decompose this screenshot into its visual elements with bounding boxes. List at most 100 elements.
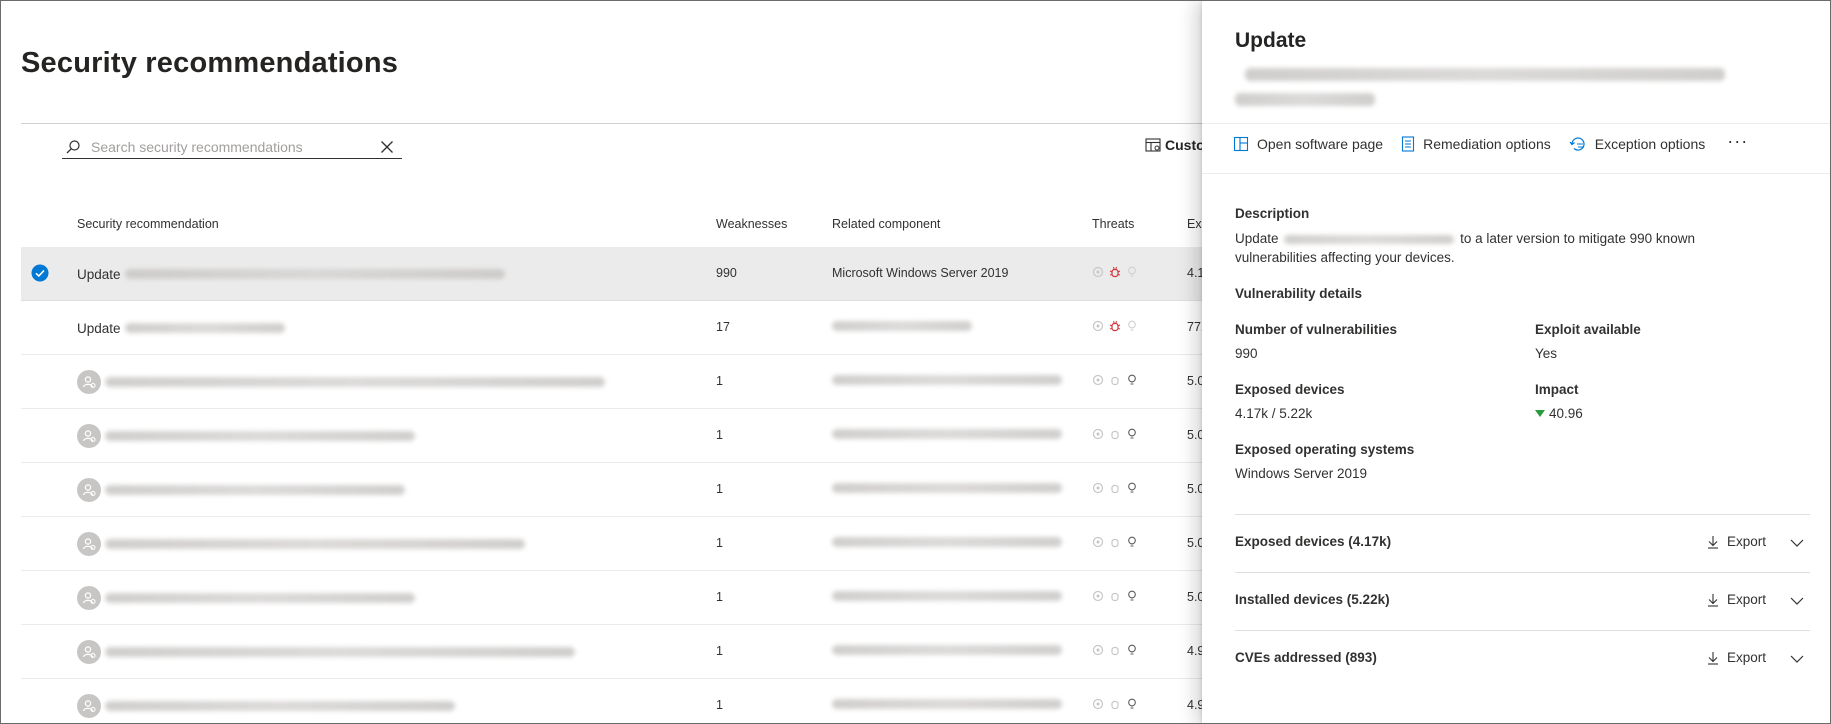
redacted-text [832, 321, 972, 331]
cves-addressed-section[interactable]: CVEs addressed (893) Export [1235, 630, 1810, 688]
recommendation-cell [77, 586, 415, 610]
exploit-available-label: Exploit available [1535, 322, 1641, 337]
weaknesses-cell: 1 [716, 698, 723, 712]
lightbulb-icon [1128, 698, 1136, 709]
redacted-text [105, 377, 605, 387]
weaknesses-cell: 1 [716, 644, 723, 658]
title-divider [21, 123, 1221, 124]
user-settings-icon [77, 478, 101, 502]
threats-cell [1092, 374, 1138, 386]
threat-insight-icon [1092, 698, 1104, 710]
bug-icon [1109, 266, 1121, 278]
table-row[interactable]: 1 5.0 [21, 409, 1221, 463]
user-settings-icon [77, 640, 101, 664]
recommendations-table: Security recommendation Weaknesses Relat… [21, 197, 1221, 723]
weaknesses-cell: 17 [716, 320, 730, 334]
description-prefix: Update [1235, 231, 1279, 246]
table-row[interactable]: Update 17 771 [21, 301, 1221, 355]
user-settings-icon [77, 370, 101, 394]
redacted-text [832, 591, 1062, 601]
search-icon [65, 137, 85, 157]
bug-icon [1111, 430, 1119, 440]
panel-title-text: Update [1235, 29, 1307, 52]
redacted-text [105, 431, 415, 441]
table-row[interactable]: Update 990 Microsoft Windows Server 2019… [21, 247, 1221, 301]
recommendation-cell [77, 640, 575, 664]
exception-options-button[interactable]: Exception options [1569, 136, 1705, 152]
export-button[interactable]: Export [1707, 592, 1766, 607]
table-row[interactable]: 1 5.0 [21, 517, 1221, 571]
chevron-down-icon[interactable] [1789, 651, 1805, 667]
customize-columns-button[interactable]: Custo [1145, 137, 1205, 153]
chevron-down-icon[interactable] [1789, 535, 1805, 551]
lightbulb-icon [1128, 266, 1136, 277]
panel-divider [1202, 123, 1830, 124]
column-header-recommendation[interactable]: Security recommendation [77, 217, 219, 231]
description-label: Description [1235, 206, 1310, 221]
impact-label: Impact [1535, 382, 1579, 397]
export-button[interactable]: Export [1707, 534, 1766, 549]
redacted-text [1284, 234, 1455, 244]
columns-icon [1145, 138, 1161, 152]
threats-cell [1092, 266, 1138, 278]
chevron-down-icon[interactable] [1789, 593, 1805, 609]
recommendation-cell [77, 424, 415, 448]
redacted-text [832, 375, 1062, 385]
remediation-options-button[interactable]: Remediation options [1401, 136, 1551, 152]
app-window: Security recommendations Search security… [0, 0, 1831, 724]
customize-columns-label: Custo [1165, 137, 1205, 153]
search-box[interactable]: Search security recommendations [62, 135, 402, 159]
lightbulb-icon [1128, 644, 1136, 655]
more-options-icon[interactable]: ··· [1727, 131, 1748, 152]
column-header-component[interactable]: Related component [832, 217, 940, 231]
weaknesses-cell: 1 [716, 374, 723, 388]
redacted-text [832, 645, 1062, 655]
table-row[interactable]: 1 4.9 [21, 679, 1221, 723]
checkmark-circle-icon[interactable] [31, 264, 51, 284]
export-label: Export [1727, 592, 1767, 607]
table-row[interactable]: 1 5.0 [21, 571, 1221, 625]
recommendation-cell [77, 532, 525, 556]
redacted-text [1235, 93, 1375, 106]
table-row[interactable]: 1 5.0 [21, 463, 1221, 517]
table-header: Security recommendation Weaknesses Relat… [21, 197, 1221, 247]
page-title: Security recommendations [21, 47, 399, 79]
user-settings-icon [77, 424, 101, 448]
column-header-weaknesses[interactable]: Weaknesses [716, 217, 787, 231]
threat-insight-icon [1092, 374, 1104, 386]
component-cell [832, 698, 1062, 712]
exposed-devices-section[interactable]: Exposed devices (4.17k) Export [1235, 514, 1810, 572]
export-button[interactable]: Export [1707, 650, 1766, 665]
lightbulb-icon [1128, 482, 1136, 493]
open-software-page-label: Open software page [1257, 136, 1384, 152]
column-header-threats[interactable]: Threats [1092, 217, 1134, 231]
threats-cell [1092, 320, 1138, 332]
close-icon[interactable] [376, 136, 398, 158]
download-icon [1708, 535, 1718, 549]
weaknesses-cell: 1 [716, 428, 723, 442]
weaknesses-cell: 1 [716, 536, 723, 550]
redacted-text [105, 593, 415, 603]
bug-icon [1109, 320, 1121, 332]
user-settings-icon [77, 586, 101, 610]
redacted-text [105, 701, 455, 711]
lightbulb-icon [1128, 374, 1136, 385]
installed-devices-section[interactable]: Installed devices (5.22k) Export [1235, 572, 1810, 630]
recommendation-cell [77, 370, 605, 394]
bug-icon [1111, 700, 1119, 710]
section-title: Exposed devices (4.17k) [1235, 534, 1392, 549]
weaknesses-cell: 1 [716, 590, 723, 604]
recommendation-cell: Update [77, 318, 285, 338]
component-cell [832, 428, 1062, 442]
threats-cell [1092, 590, 1138, 602]
refresh-exception-icon [1569, 137, 1585, 151]
threat-insight-icon [1092, 428, 1104, 440]
component-cell: Microsoft Windows Server 2019 [832, 266, 1009, 280]
table-row[interactable]: 1 5.0 [21, 355, 1221, 409]
table-row[interactable]: 1 4.9 [21, 625, 1221, 679]
redacted-text [832, 429, 1062, 439]
search-input[interactable]: Search security recommendations [91, 139, 376, 155]
redacted-text [832, 699, 1062, 709]
open-software-page-button[interactable]: Open software page [1233, 136, 1383, 152]
exposed-devices-label: Exposed devices [1235, 382, 1345, 397]
